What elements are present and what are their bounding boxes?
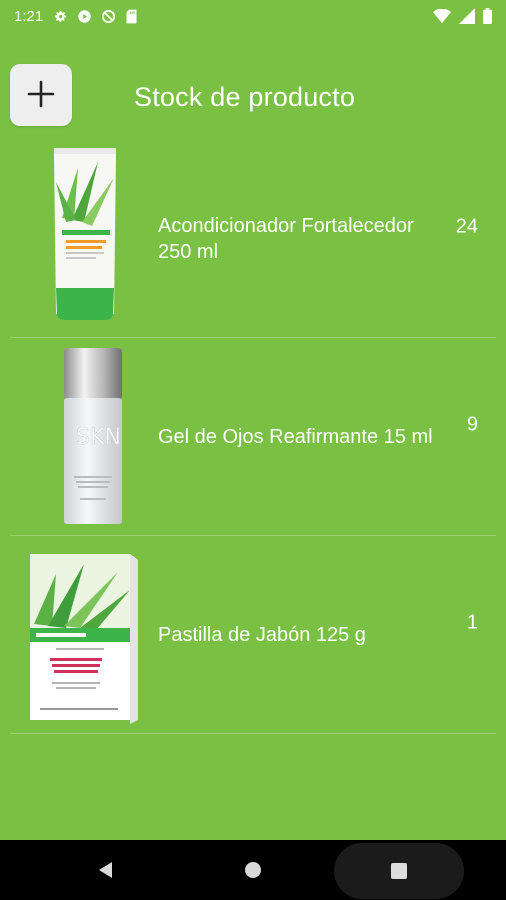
product-quantity: 9 [466,413,478,435]
product-name: Pastilla de Jabón 125 g [158,623,366,646]
product-image-soap [26,544,154,726]
status-time: 1:21 [14,7,44,25]
back-icon[interactable] [96,860,116,885]
play-icon [77,9,92,24]
navigation-bar [0,840,506,900]
list-item[interactable]: Pastilla de Jabón 125 g 1 [10,536,496,734]
svg-text:SKN: SKN [76,425,121,450]
home-icon[interactable] [244,861,262,884]
blocked-icon [101,9,116,24]
product-image-conditioner [26,148,154,330]
product-quantity: 24 [455,215,478,237]
page-title: Stock de producto [134,82,356,112]
sd-card-icon [125,9,138,24]
list-item[interactable]: SKN Gel de Ojos Reafirmante 15 ml 9 [10,338,496,536]
signal-icon [459,8,475,24]
product-quantity: 1 [466,611,478,633]
wifi-icon [433,8,451,24]
gear-icon [53,9,68,24]
product-name: Acondicionador Fortalecedor 250 ml [158,214,414,263]
status-bar: 1:21 [0,0,506,32]
product-list: Acondicionador Fortalecedor 250 ml 24 SK… [0,140,506,734]
recents-icon[interactable] [334,843,464,899]
product-image-eye-gel: SKN [26,346,154,528]
add-product-button[interactable] [10,64,72,126]
list-item[interactable]: Acondicionador Fortalecedor 250 ml 24 [10,140,496,338]
plus-icon [26,79,56,112]
header: Stock de producto [0,64,506,128]
product-name: Gel de Ojos Reafirmante 15 ml [158,425,433,448]
battery-icon [483,8,492,24]
